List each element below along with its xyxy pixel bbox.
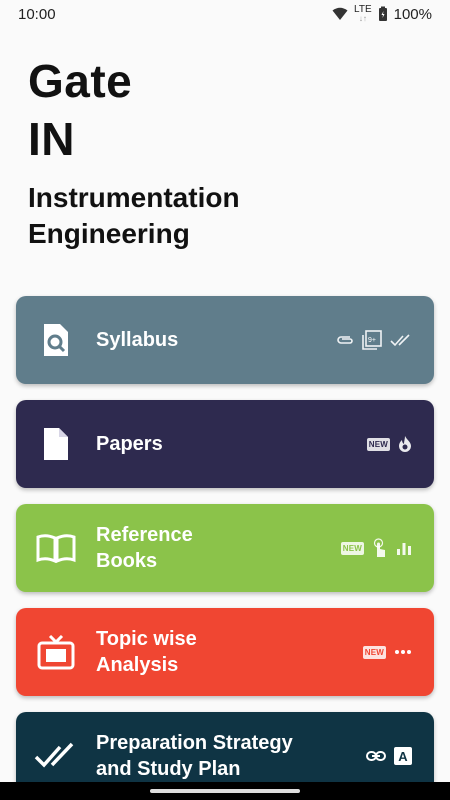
page-subtitle-line2: Engineering [28, 218, 190, 249]
page-subtitle-line1: Instrumentation [28, 182, 240, 213]
battery-percent: 100% [393, 5, 432, 23]
touch-icon [373, 538, 385, 557]
more-horizontal-icon [395, 650, 411, 654]
bar-chart-icon [397, 543, 411, 555]
letter-a-icon: A [394, 747, 412, 765]
page-title-line1: Gate [28, 55, 133, 107]
svg-text:9+: 9+ [368, 337, 376, 344]
filter-9-plus-icon: 9+ [362, 330, 382, 350]
double-check-icon [390, 334, 410, 347]
lte-indicator: LTE ↓↑ [354, 4, 372, 24]
card-topic-wise-analysis[interactable]: Topic wise Analysis NEW [16, 608, 434, 696]
card-label: Topic wise Analysis [96, 628, 197, 676]
magnifier-document-icon [44, 324, 68, 356]
card-label: Reference Books [96, 524, 193, 572]
status-time: 10:00 [18, 5, 56, 23]
tv-icon [37, 634, 75, 670]
card-label: Preparation Strategy and Study Plan [96, 732, 293, 780]
wifi-icon [332, 7, 348, 20]
link-icon [366, 751, 386, 761]
card-label: Papers [96, 433, 163, 455]
page-title-line2: IN [28, 113, 75, 165]
card-label: Syllabus [96, 329, 179, 351]
new-badge: NEW [366, 437, 390, 451]
app-header: Gate IN Instrumentation Engineering [28, 52, 240, 252]
status-bar: 10:00 LTE ↓↑ 100% [0, 0, 450, 28]
new-badge: NEW [340, 541, 364, 555]
document-icon [44, 428, 68, 460]
status-icons: LTE ↓↑ 100% [332, 5, 432, 23]
battery-icon [378, 6, 387, 21]
paperclip-icon [337, 336, 353, 344]
navigation-bar [0, 782, 450, 800]
fire-icon [399, 436, 411, 452]
home-gesture-handle[interactable] [150, 789, 300, 793]
card-reference-books[interactable]: Reference Books NEW [16, 504, 434, 592]
card-syllabus[interactable]: Syllabus 9+ [16, 296, 434, 384]
open-book-icon [36, 534, 76, 563]
double-check-icon [34, 742, 74, 768]
card-papers[interactable]: Papers NEW [16, 400, 434, 488]
new-badge: NEW [362, 645, 386, 659]
